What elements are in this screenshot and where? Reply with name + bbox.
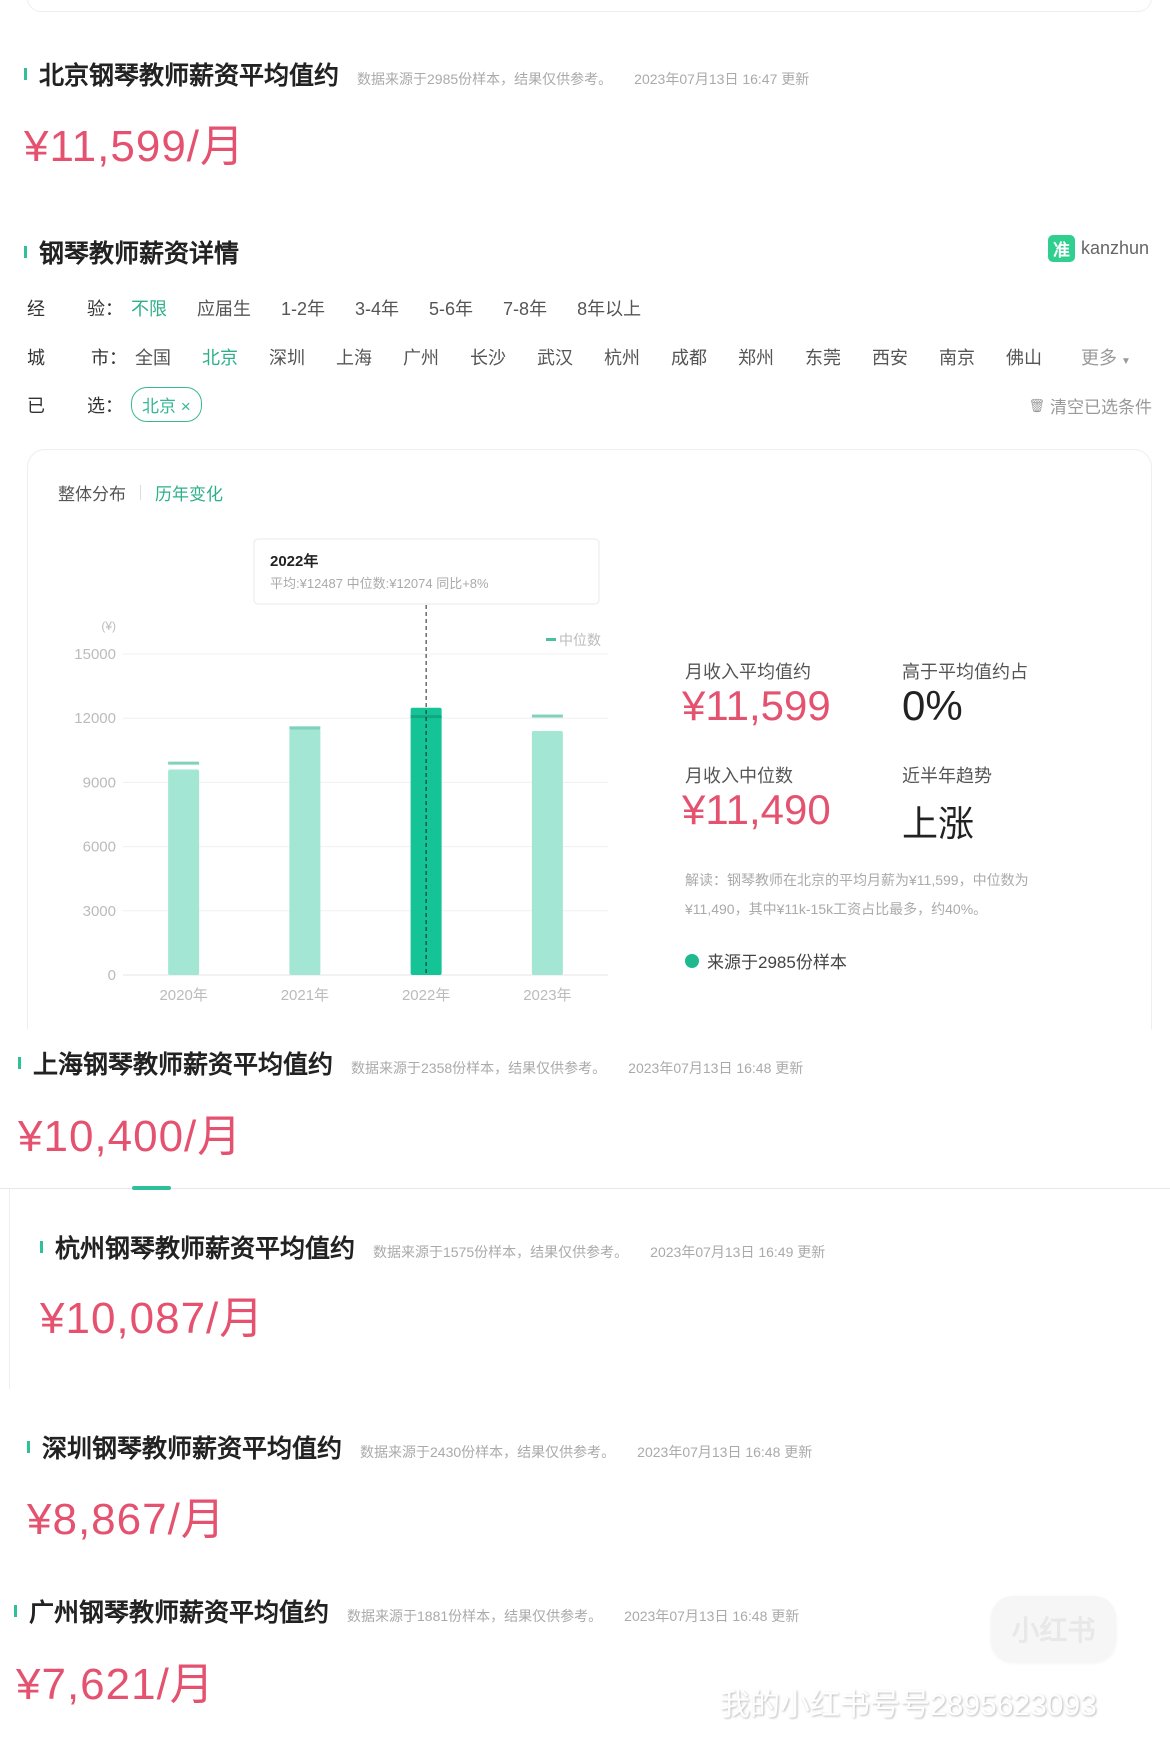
- section-title-shenzhen: 深圳钢琴教师薪资平均值约 数据来源于2430份样本，结果仅供参考。 2023年0…: [27, 1429, 812, 1465]
- city-option[interactable]: 北京: [202, 344, 238, 370]
- tab-overall-distribution[interactable]: 整体分布: [58, 480, 126, 505]
- salary-bar-chart: (¥) 15000 12000 9000 6000 3000 0 2020年 2021年 2022…: [74, 538, 608, 1004]
- accent-bar: [18, 1057, 21, 1069]
- city-option[interactable]: 东莞: [805, 344, 841, 370]
- exp-option[interactable]: 1-2年: [281, 295, 325, 321]
- city-option[interactable]: 武汉: [537, 344, 573, 370]
- city-filter: 城市： 全国 北京 深圳 上海 广州 长沙 武汉 杭州 成都 郑州 东莞 西安 …: [27, 344, 1152, 370]
- section-heading: 北京钢琴教师薪资平均值约: [39, 62, 340, 90]
- bar-average: [168, 769, 200, 975]
- city-option[interactable]: 南京: [939, 344, 975, 370]
- y-tick-label: 9000: [83, 774, 116, 791]
- trash-icon: 🗑: [1028, 397, 1045, 413]
- y-tick-label: 15000: [74, 646, 116, 663]
- x-tick-label: 2021年: [281, 987, 329, 1004]
- city-label: 城市：: [27, 348, 127, 368]
- median-marker: [289, 726, 321, 730]
- tooltip-title: 2022年: [270, 552, 318, 570]
- city-option[interactable]: 上海: [336, 344, 372, 370]
- city-option[interactable]: 全国: [135, 344, 171, 370]
- previous-card: [27, 0, 1152, 12]
- salary-price-hangzhou: ¥10,087/月: [40, 1294, 265, 1343]
- section-title-hangzhou: 杭州钢琴教师薪资平均值约 数据来源于1575份样本，结果仅供参考。 2023年0…: [40, 1229, 825, 1265]
- city-option[interactable]: 广州: [403, 344, 439, 370]
- x-tick-label: 2020年: [159, 987, 207, 1004]
- salary-price-guangzhou: ¥7,621/月: [16, 1660, 215, 1709]
- exp-option[interactable]: 3-4年: [355, 295, 399, 321]
- city-option[interactable]: 深圳: [269, 344, 305, 370]
- avg-label: 月收入平均值约: [685, 662, 811, 682]
- pie-chart-icon: [685, 953, 699, 968]
- exp-option[interactable]: 5-6年: [429, 295, 473, 321]
- detail-title: 钢琴教师薪资详情: [24, 234, 239, 270]
- chart-tabs: 整体分布 历年变化: [58, 480, 223, 505]
- accent-bar: [40, 1241, 43, 1253]
- city-option[interactable]: 杭州: [604, 344, 640, 370]
- city-option[interactable]: 佛山: [1006, 344, 1042, 370]
- city-option[interactable]: 西安: [872, 344, 908, 370]
- accent-bar: [24, 246, 27, 258]
- above-avg-label: 高于平均值约占: [902, 662, 1028, 682]
- legend-median-label: 中位数: [559, 632, 601, 648]
- legend-median-swatch: [546, 638, 556, 641]
- tooltip-body: 平均:¥12487 中位数:¥12074 同比+8%: [270, 576, 489, 591]
- salary-price-shenzhen: ¥8,867/月: [27, 1495, 226, 1544]
- trend-label: 近半年趋势: [902, 766, 992, 786]
- avg-value: ¥11,599: [682, 682, 831, 729]
- selected-label: 已选：: [27, 395, 123, 416]
- y-tick-label: 0: [108, 967, 116, 984]
- tab-separator: [140, 485, 141, 500]
- tooltip-box: [253, 538, 600, 605]
- clear-filters-button[interactable]: 🗑 清空已选条件: [1028, 393, 1152, 418]
- x-tick-label: 2023年: [523, 987, 571, 1004]
- tab-yearly-change[interactable]: 历年变化: [155, 480, 223, 505]
- detail-heading: 钢琴教师薪资详情: [39, 240, 240, 268]
- median-marker: [531, 714, 563, 718]
- bar-average: [289, 728, 321, 975]
- watermark-text: 我的小红书号号2895623093: [720, 1689, 1097, 1722]
- accent-bar: [24, 68, 27, 80]
- salary-price-beijing: ¥11,599/月: [24, 122, 246, 171]
- explanation-text: 解读：钢琴教师在北京的平均月薪为¥11,599，中位数为¥11,490，其中¥1…: [685, 872, 1029, 917]
- city-option[interactable]: 成都: [671, 344, 707, 370]
- accent-bar: [14, 1605, 17, 1617]
- selected-filters: 已选： 北京 ×: [27, 387, 202, 422]
- sample-note: 数据来源于2985份样本，结果仅供参考。: [357, 71, 613, 87]
- experience-label: 经验：: [27, 299, 123, 319]
- city-option[interactable]: 长沙: [470, 344, 506, 370]
- kanzhun-logo-icon: 准: [1048, 235, 1075, 262]
- y-tick-label: 6000: [83, 839, 116, 856]
- selected-chip-beijing[interactable]: 北京 ×: [131, 387, 202, 422]
- caret-down-icon: ▼: [1121, 356, 1131, 367]
- kanzhun-logo[interactable]: 准 kanzhun: [1048, 235, 1149, 262]
- median-label: 月收入中位数: [685, 766, 793, 786]
- x-tick-label: 2022年: [402, 987, 450, 1004]
- above-avg-value: 0%: [902, 682, 963, 729]
- exp-option[interactable]: 7-8年: [503, 295, 547, 321]
- exp-option[interactable]: 不限: [131, 295, 167, 321]
- exp-option[interactable]: 应届生: [197, 295, 251, 321]
- section-title-beijing: 北京钢琴教师薪资平均值约 数据来源于2985份样本，结果仅供参考。 2023年0…: [24, 56, 809, 92]
- section-title-shanghai: 上海钢琴教师薪资平均值约 数据来源于2358份样本，结果仅供参考。 2023年0…: [18, 1045, 803, 1081]
- median-value: ¥11,490: [682, 786, 831, 833]
- accent-bar: [27, 1441, 30, 1453]
- section-title-guangzhou: 广州钢琴教师薪资平均值约 数据来源于1881份样本，结果仅供参考。 2023年0…: [14, 1593, 799, 1629]
- kanzhun-wordmark: kanzhun: [1081, 238, 1150, 258]
- y-axis-unit: (¥): [101, 619, 116, 633]
- salary-price-shanghai: ¥10,400/月: [18, 1112, 243, 1161]
- update-time: 2023年07月13日 16:47 更新: [634, 71, 810, 87]
- y-tick-label: 12000: [74, 710, 116, 727]
- y-tick-label: 3000: [83, 903, 116, 920]
- experience-filter: 经验： 不限 应届生 1-2年 3-4年 5-6年 7-8年 8年以上: [27, 295, 671, 321]
- trend-value: 上涨: [902, 803, 975, 844]
- xiaohongshu-watermark-logo: 小红书: [991, 1596, 1116, 1662]
- median-marker: [168, 761, 200, 765]
- exp-option[interactable]: 8年以上: [577, 295, 641, 321]
- bar-average: [531, 731, 563, 975]
- city-option[interactable]: 郑州: [738, 344, 774, 370]
- more-cities-dropdown[interactable]: 更多 ▼: [1081, 344, 1131, 370]
- sample-source: 来源于2985份样本: [685, 948, 847, 973]
